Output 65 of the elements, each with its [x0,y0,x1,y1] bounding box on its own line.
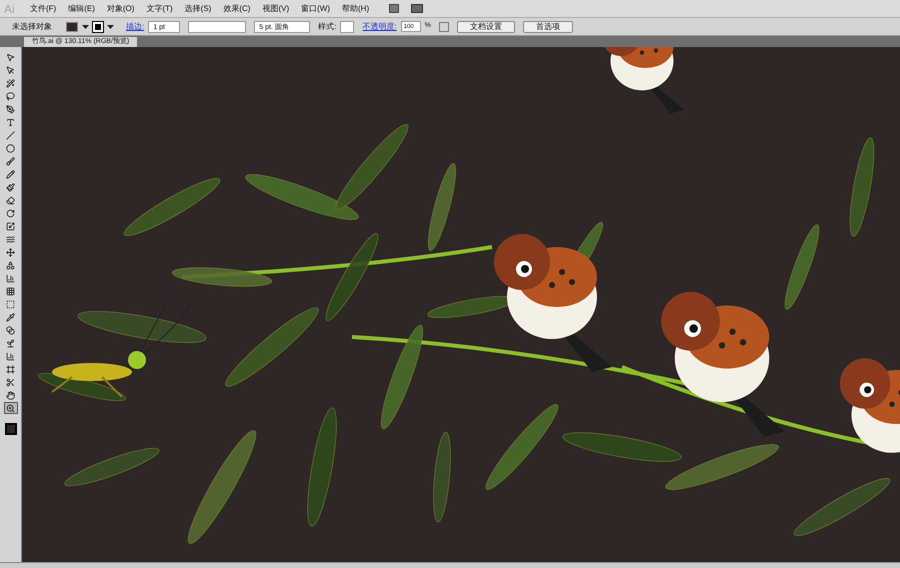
eraser-icon [6,196,15,204]
menu-item[interactable]: 视图(V) [262,2,290,14]
type-icon [6,118,15,126]
scale-icon [6,222,15,230]
tool-button[interactable] [4,194,18,206]
tool-button[interactable] [4,142,18,154]
toolbar-button[interactable]: 文档设置 [456,20,515,32]
tool-button[interactable] [4,168,18,180]
style-label: 样式: [318,20,336,32]
pencil-icon [6,170,15,178]
tool-button[interactable] [4,363,18,375]
fill-stroke-swatch[interactable] [4,423,16,435]
eyedropper-icon [6,312,15,322]
menu-item[interactable]: 帮助(H) [342,2,370,14]
rotate-icon [6,208,15,218]
wand-icon [6,78,15,88]
brush-icon [6,182,15,192]
app-logo: Ai [4,0,16,18]
selection-status: 未选择对象 [12,20,53,32]
tool-button[interactable] [4,181,18,193]
hand-icon [6,390,15,400]
brush-icon [6,156,15,166]
move-icon [6,248,15,256]
tool-button[interactable] [4,324,18,336]
scissors-icon [6,378,15,386]
stroke-swatch[interactable] [93,22,103,32]
tool-button[interactable] [4,129,18,141]
menu-item[interactable]: 编辑(E) [68,2,95,14]
toolbar-button[interactable]: 首选项 [522,20,573,32]
ellipse-icon [6,144,15,152]
tool-button[interactable] [4,103,18,115]
arrow-icon [6,66,15,74]
variable-width-field[interactable] [188,20,246,32]
menu-item[interactable]: 文字(T) [146,2,173,14]
lasso-icon [6,92,15,100]
wave-icon [6,234,15,244]
zoom-icon [6,404,15,412]
opacity-link[interactable]: 不透明度: [362,20,397,32]
arrow-icon [6,52,15,62]
menu-item[interactable]: 效果(C) [223,2,250,14]
caret-icon[interactable] [107,24,114,28]
shapes-icon [6,260,15,270]
blend-icon [6,326,15,334]
fill-swatch[interactable] [66,22,78,32]
tool-button[interactable] [4,402,18,414]
pen-icon [6,104,15,114]
sprout-icon [6,338,15,348]
menu-item[interactable]: 选择(S) [184,2,212,14]
grid-icon [6,286,15,296]
column-chart-icon [6,352,15,360]
caret-icon[interactable] [82,24,89,28]
tool-button[interactable] [4,155,18,167]
square-icon [6,300,15,308]
tool-button[interactable] [4,246,18,258]
menu-item[interactable]: 窗口(W) [301,2,330,14]
frame-icon [6,364,15,374]
style-swatch[interactable] [340,20,354,32]
line-icon [6,130,15,140]
tool-button[interactable] [4,389,18,401]
tool-button[interactable] [4,90,18,102]
tool-button[interactable] [4,77,18,89]
bar-chart-icon [6,274,15,282]
menu-item[interactable]: 对象(O) [106,2,134,14]
stroke-link[interactable]: 描边: [126,20,144,32]
menu-item[interactable]: 文件(F) [30,2,56,14]
